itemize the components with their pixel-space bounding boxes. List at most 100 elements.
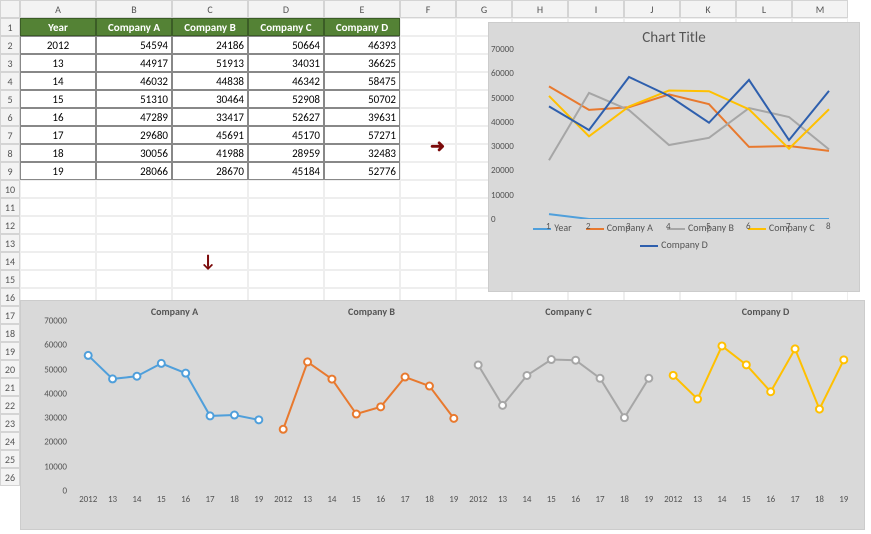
cell-C5[interactable]: 30464 bbox=[172, 90, 248, 108]
cell-A7[interactable]: 17 bbox=[20, 126, 96, 144]
cell-A5[interactable]: 15 bbox=[20, 90, 96, 108]
row-header-25[interactable]: 25 bbox=[0, 450, 20, 468]
cell-B13[interactable] bbox=[96, 234, 172, 252]
cell-C3[interactable]: 51913 bbox=[172, 54, 248, 72]
cell-F4[interactable] bbox=[400, 72, 456, 90]
cell-C12[interactable] bbox=[172, 216, 248, 234]
cell-A10[interactable] bbox=[20, 180, 96, 198]
cell-A15[interactable] bbox=[20, 270, 96, 288]
row-header-11[interactable]: 11 bbox=[0, 198, 20, 216]
column-header-B[interactable]: B bbox=[96, 0, 172, 18]
row-header-4[interactable]: 4 bbox=[0, 72, 20, 90]
cell-B4[interactable]: 46032 bbox=[96, 72, 172, 90]
cell-E12[interactable] bbox=[324, 216, 400, 234]
cell-B8[interactable]: 30056 bbox=[96, 144, 172, 162]
cell-A9[interactable]: 19 bbox=[20, 162, 96, 180]
column-header-K[interactable]: K bbox=[680, 0, 736, 18]
cell-E6[interactable]: 39631 bbox=[324, 108, 400, 126]
cell-F7[interactable] bbox=[400, 126, 456, 144]
cell-D1[interactable]: Company C bbox=[248, 18, 324, 36]
row-header-10[interactable]: 10 bbox=[0, 180, 20, 198]
cell-A1[interactable]: Year bbox=[20, 18, 96, 36]
cell-F3[interactable] bbox=[400, 54, 456, 72]
cell-F8[interactable] bbox=[400, 144, 456, 162]
cell-D4[interactable]: 46342 bbox=[248, 72, 324, 90]
row-header-15[interactable]: 15 bbox=[0, 270, 20, 288]
cell-B14[interactable] bbox=[96, 252, 172, 270]
row-header-17[interactable]: 17 bbox=[0, 306, 20, 324]
cell-D12[interactable] bbox=[248, 216, 324, 234]
row-header-23[interactable]: 23 bbox=[0, 414, 20, 432]
cell-E3[interactable]: 36625 bbox=[324, 54, 400, 72]
cell-E2[interactable]: 46393 bbox=[324, 36, 400, 54]
cell-F5[interactable] bbox=[400, 90, 456, 108]
cell-F14[interactable] bbox=[400, 252, 456, 270]
cell-B5[interactable]: 51310 bbox=[96, 90, 172, 108]
cell-A6[interactable]: 16 bbox=[20, 108, 96, 126]
row-header-9[interactable]: 9 bbox=[0, 162, 20, 180]
cell-F11[interactable] bbox=[400, 198, 456, 216]
cell-F15[interactable] bbox=[400, 270, 456, 288]
cell-D10[interactable] bbox=[248, 180, 324, 198]
cell-F10[interactable] bbox=[400, 180, 456, 198]
column-header-I[interactable]: I bbox=[568, 0, 624, 18]
cell-E13[interactable] bbox=[324, 234, 400, 252]
cell-D6[interactable]: 52627 bbox=[248, 108, 324, 126]
row-header-12[interactable]: 12 bbox=[0, 216, 20, 234]
cell-F6[interactable] bbox=[400, 108, 456, 126]
column-header-F[interactable]: F bbox=[400, 0, 456, 18]
cell-C1[interactable]: Company B bbox=[172, 18, 248, 36]
cell-E14[interactable] bbox=[324, 252, 400, 270]
cell-D15[interactable] bbox=[248, 270, 324, 288]
cell-A11[interactable] bbox=[20, 198, 96, 216]
cell-C6[interactable]: 33417 bbox=[172, 108, 248, 126]
cell-F13[interactable] bbox=[400, 234, 456, 252]
row-header-20[interactable]: 20 bbox=[0, 360, 20, 378]
cell-B9[interactable]: 28066 bbox=[96, 162, 172, 180]
row-header-5[interactable]: 5 bbox=[0, 90, 20, 108]
cell-B3[interactable]: 44917 bbox=[96, 54, 172, 72]
cell-C11[interactable] bbox=[172, 198, 248, 216]
cell-E11[interactable] bbox=[324, 198, 400, 216]
cell-E5[interactable]: 50702 bbox=[324, 90, 400, 108]
cell-C10[interactable] bbox=[172, 180, 248, 198]
cell-D13[interactable] bbox=[248, 234, 324, 252]
cell-E1[interactable]: Company D bbox=[324, 18, 400, 36]
cell-B6[interactable]: 47289 bbox=[96, 108, 172, 126]
cell-D7[interactable]: 45170 bbox=[248, 126, 324, 144]
row-header-18[interactable]: 18 bbox=[0, 324, 20, 342]
cell-E8[interactable]: 32483 bbox=[324, 144, 400, 162]
cell-F12[interactable] bbox=[400, 216, 456, 234]
cell-D9[interactable]: 45184 bbox=[248, 162, 324, 180]
cell-B10[interactable] bbox=[96, 180, 172, 198]
cell-C15[interactable] bbox=[172, 270, 248, 288]
row-header-19[interactable]: 19 bbox=[0, 342, 20, 360]
cell-B7[interactable]: 29680 bbox=[96, 126, 172, 144]
cell-A2[interactable]: 2012 bbox=[20, 36, 96, 54]
column-header-M[interactable]: M bbox=[792, 0, 848, 18]
column-header-D[interactable]: D bbox=[248, 0, 324, 18]
cell-C8[interactable]: 41988 bbox=[172, 144, 248, 162]
cell-B11[interactable] bbox=[96, 198, 172, 216]
row-header-7[interactable]: 7 bbox=[0, 126, 20, 144]
cell-D8[interactable]: 28959 bbox=[248, 144, 324, 162]
row-header-26[interactable]: 26 bbox=[0, 468, 20, 486]
cell-E10[interactable] bbox=[324, 180, 400, 198]
cell-C2[interactable]: 24186 bbox=[172, 36, 248, 54]
column-header-J[interactable]: J bbox=[624, 0, 680, 18]
column-header-G[interactable]: G bbox=[456, 0, 512, 18]
row-header-22[interactable]: 22 bbox=[0, 396, 20, 414]
chart-main[interactable]: Chart Title 0100002000030000400005000060… bbox=[488, 22, 860, 292]
cell-A4[interactable]: 14 bbox=[20, 72, 96, 90]
column-header-H[interactable]: H bbox=[512, 0, 568, 18]
column-header-L[interactable]: L bbox=[736, 0, 792, 18]
row-header-6[interactable]: 6 bbox=[0, 108, 20, 126]
cell-B2[interactable]: 54594 bbox=[96, 36, 172, 54]
cell-E4[interactable]: 58475 bbox=[324, 72, 400, 90]
row-header-21[interactable]: 21 bbox=[0, 378, 20, 396]
cell-E15[interactable] bbox=[324, 270, 400, 288]
cell-F9[interactable] bbox=[400, 162, 456, 180]
column-header-E[interactable]: E bbox=[324, 0, 400, 18]
cell-B15[interactable] bbox=[96, 270, 172, 288]
cell-F1[interactable] bbox=[400, 18, 456, 36]
